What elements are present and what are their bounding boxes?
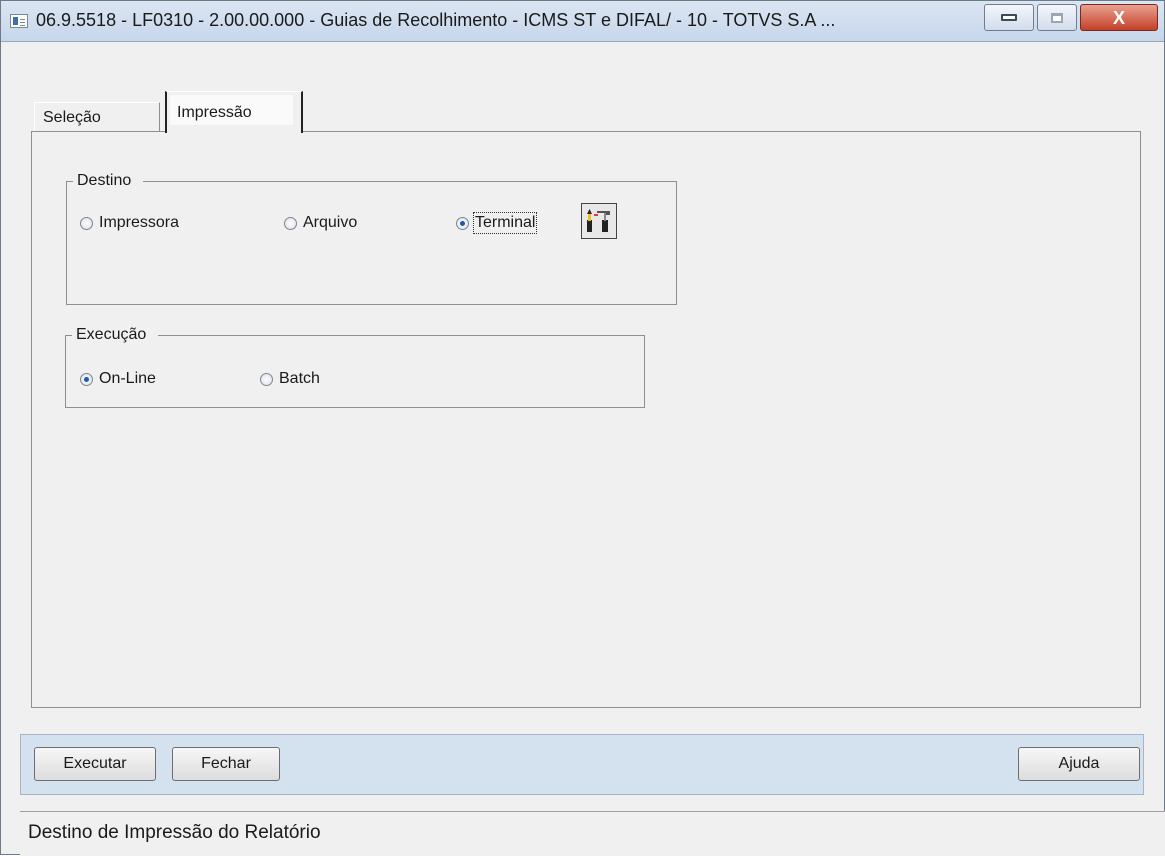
radio-terminal-dot[interactable] [456,216,469,230]
tab-impressao-label: Impressão [177,104,252,121]
status-text: Destino de Impressão do Relatório [28,822,321,843]
radio-batch-label: Batch [279,370,320,387]
radio-online-dot[interactable] [80,372,93,386]
fechar-button[interactable]: Fechar [172,747,280,781]
destino-group: Destino [66,172,677,305]
radio-online[interactable]: On-Line [80,370,156,388]
printer-config-button[interactable] [581,203,617,239]
radio-arquivo[interactable]: Arquivo [284,214,357,232]
executar-button[interactable]: Executar [34,747,156,781]
minimize-icon [1001,14,1017,21]
ajuda-button[interactable]: Ajuda [1018,747,1140,781]
app-window: 06.9.5518 - LF0310 - 2.00.00.000 - Guias… [0,0,1165,856]
status-bar: Destino de Impressão do Relatório [20,811,1165,856]
execucao-legend: Execução [72,326,159,344]
radio-batch[interactable]: Batch [260,370,320,388]
minimize-button[interactable] [984,4,1034,31]
tools-icon [587,209,610,232]
radio-arquivo-label: Arquivo [303,214,358,231]
close-button[interactable]: X [1080,4,1158,31]
radio-online-label: On-Line [99,370,156,387]
window-title: 06.9.5518 - LF0310 - 2.00.00.000 - Guias… [36,10,836,30]
button-bar: Executar Fechar Ajuda [20,734,1144,795]
radio-terminal-label: Terminal [472,212,538,234]
radio-impressora-label: Impressora [99,214,180,231]
destino-legend: Destino [73,172,144,190]
radio-terminal[interactable]: Terminal [456,212,538,234]
tab-selecao[interactable]: Seleção [34,102,160,132]
tab-selecao-label: Seleção [43,109,101,126]
radio-impressora-dot[interactable] [80,216,93,230]
title-bar[interactable]: 06.9.5518 - LF0310 - 2.00.00.000 - Guias… [1,1,1164,42]
maximize-icon [1051,12,1063,23]
radio-impressora[interactable]: Impressora [80,214,179,232]
app-window-icon[interactable] [10,14,28,28]
maximize-button[interactable] [1037,4,1077,31]
radio-batch-dot[interactable] [260,372,273,386]
radio-arquivo-dot[interactable] [284,216,297,230]
tab-impressao[interactable]: Impressão [165,91,303,133]
close-icon: X [1112,7,1125,28]
